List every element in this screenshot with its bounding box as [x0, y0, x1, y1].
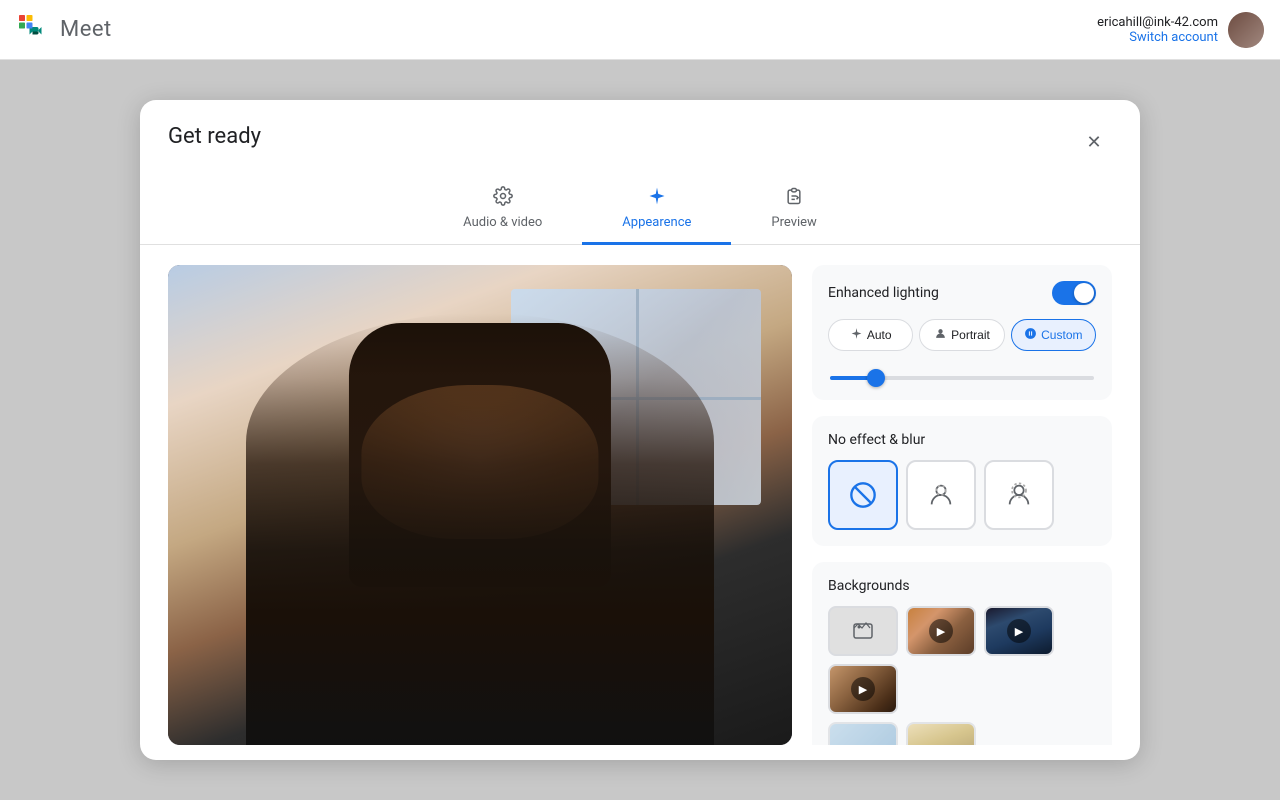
avatar-image	[1228, 12, 1264, 48]
tab-audio-video-label: Audio & video	[463, 215, 542, 230]
tab-appearance[interactable]: Appearence	[582, 176, 731, 245]
video-preview	[168, 265, 792, 745]
bg-add-button[interactable]	[828, 606, 898, 656]
avatar[interactable]	[1228, 12, 1264, 48]
topbar-right: ericahill@ink-42.com Switch account	[1097, 12, 1264, 48]
toggle-knob	[1074, 283, 1094, 303]
backgrounds-grid: ▶ ▶ ▶	[828, 606, 1096, 714]
effects-grid	[828, 460, 1096, 530]
mode-custom-button[interactable]: Custom	[1011, 319, 1096, 351]
dialog-content: Enhanced lighting Auto	[140, 245, 1140, 760]
backgrounds-grid-row2	[828, 722, 1096, 745]
lighting-slider[interactable]	[830, 376, 1094, 380]
topbar-left: Meet	[16, 12, 112, 48]
effects-title: No effect & blur	[828, 432, 1096, 448]
app-name: Meet	[60, 17, 112, 42]
switch-account-link[interactable]: Switch account	[1097, 30, 1218, 45]
backgrounds-section: Backgrounds ▶ ▶	[812, 562, 1112, 745]
lighting-section: Enhanced lighting Auto	[812, 265, 1112, 400]
close-button[interactable]: ✕	[1076, 124, 1112, 160]
bg-thumb-6[interactable]	[906, 722, 976, 745]
custom-icon	[1024, 327, 1037, 343]
effect-blur-light-button[interactable]	[906, 460, 976, 530]
meet-logo-icon	[16, 12, 52, 48]
play-icon-3: ▶	[851, 677, 875, 701]
bg-thumb-2[interactable]: ▶	[984, 606, 1054, 656]
modal-overlay: Get ready ✕ Audio & video	[0, 60, 1280, 800]
gear-icon	[493, 186, 513, 211]
tabs: Audio & video Appearence	[140, 176, 1140, 245]
tab-preview[interactable]: Preview	[731, 176, 856, 245]
bg-thumb-3[interactable]: ▶	[828, 664, 898, 714]
person-body	[246, 313, 714, 745]
right-panel: Enhanced lighting Auto	[812, 265, 1112, 745]
backgrounds-title: Backgrounds	[828, 578, 1096, 594]
lighting-row: Enhanced lighting	[828, 281, 1096, 305]
effect-none-button[interactable]	[828, 460, 898, 530]
get-ready-dialog: Get ready ✕ Audio & video	[140, 100, 1140, 760]
auto-icon	[850, 327, 863, 343]
mode-custom-label: Custom	[1041, 328, 1082, 342]
mode-portrait-button[interactable]: Portrait	[919, 319, 1004, 351]
mode-buttons: Auto Portrait Custom	[828, 319, 1096, 351]
dialog-title: Get ready	[168, 124, 261, 149]
mode-auto-label: Auto	[867, 328, 892, 342]
play-icon-1: ▶	[929, 619, 953, 643]
preview-icon	[784, 186, 804, 211]
sparkle-icon	[647, 186, 667, 211]
mode-auto-button[interactable]: Auto	[828, 319, 913, 351]
tab-audio-video[interactable]: Audio & video	[423, 176, 582, 245]
account-email: ericahill@ink-42.com	[1097, 15, 1218, 30]
bg-thumb-5[interactable]	[828, 722, 898, 745]
lighting-toggle[interactable]	[1052, 281, 1096, 305]
video-inner	[168, 265, 792, 745]
slider-container	[828, 365, 1096, 384]
effects-section: No effect & blur	[812, 416, 1112, 546]
mode-portrait-label: Portrait	[951, 328, 990, 342]
tab-preview-label: Preview	[771, 215, 816, 230]
account-info: ericahill@ink-42.com Switch account	[1097, 15, 1218, 45]
dialog-header: Get ready ✕	[140, 100, 1140, 160]
tab-appearance-label: Appearence	[622, 215, 691, 230]
lighting-label: Enhanced lighting	[828, 285, 939, 301]
effect-blur-heavy-button[interactable]	[984, 460, 1054, 530]
play-icon-2: ▶	[1007, 619, 1031, 643]
portrait-icon	[934, 327, 947, 343]
bg-thumb-1[interactable]: ▶	[906, 606, 976, 656]
topbar: Meet ericahill@ink-42.com Switch account	[0, 0, 1280, 60]
